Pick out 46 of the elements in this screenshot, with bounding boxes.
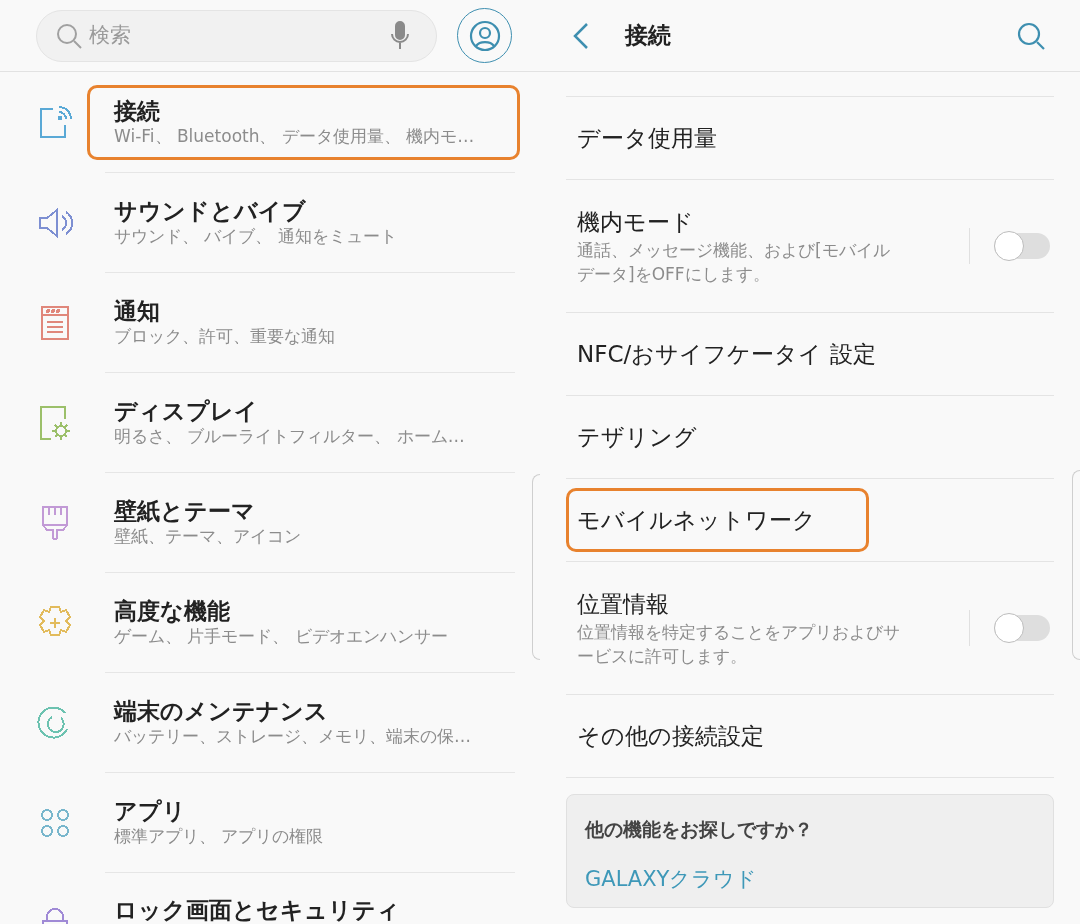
item-title: アプリ [114, 797, 187, 824]
back-chevron-icon [572, 21, 590, 50]
settings-item[interactable]: サウンドとバイブ サウンド、 バイブ、 通知をミュート [87, 185, 520, 260]
item-subtitle: ブロック、許可、重要な通知 [114, 324, 336, 348]
settings-item[interactable]: 接続 Wi-Fi、 Bluetooth、 データ使用量、 機内モ… [87, 85, 520, 160]
settings-item[interactable]: ロック画面とセキュリティ [87, 885, 520, 924]
item-title: ディスプレイ [114, 397, 259, 424]
item-title: 機内モード [577, 208, 695, 237]
toggle-switch[interactable] [994, 233, 1050, 259]
search-icon[interactable] [1016, 20, 1046, 51]
settings-item[interactable]: その他の接続設定 [566, 704, 817, 768]
item-subtitle: バッテリー、ストレージ、メモリ、端末の保… [114, 724, 472, 748]
search-bar[interactable]: 検索 [36, 9, 437, 62]
item-title: 端末のメンテナンス [114, 697, 329, 724]
item-subtitle: サウンド、 バイブ、 通知をミュート [114, 224, 398, 248]
settings-item[interactable]: NFC/おサイフケータイ 設定 [566, 322, 929, 386]
item-subtitle: 明るさ、 ブルーライトフィルター、 ホーム… [114, 424, 466, 448]
user-icon [468, 19, 501, 52]
item-title: 壁紙とテーマ [114, 497, 256, 524]
settings-item[interactable]: モバイルネットワーク [566, 488, 869, 552]
settings-item[interactable]: アプリ 標準アプリ、 アプリの権限 [87, 785, 520, 860]
settings-item[interactable]: 壁紙とテーマ 壁紙、テーマ、アイコン [87, 485, 520, 560]
item-subtitle: ゲーム、 片手モード、 ビデオエンハンサー [114, 624, 449, 648]
item-subtitle: Wi-Fi、 Bluetooth、 データ使用量、 機内モ… [114, 124, 476, 148]
card-heading: 他の機能をお探しですか？ [585, 817, 814, 842]
item-title: 位置情報 [577, 590, 670, 619]
item-title: サウンドとバイブ [114, 197, 307, 224]
settings-item[interactable]: データ使用量 [566, 106, 770, 170]
settings-item[interactable]: ディスプレイ 明るさ、 ブルーライトフィルター、 ホーム… [87, 385, 520, 460]
item-subtitle: 通話、メッセージ機能、および[モバイルデータ]をOFFにします。 [577, 239, 891, 286]
search-field[interactable]: 検索 [89, 19, 390, 52]
settings-item[interactable]: 高度な機能 ゲーム、 片手モード、 ビデオエンハンサー [87, 585, 520, 660]
item-subtitle: 標準アプリ、 アプリの権限 [114, 824, 325, 848]
microphone-icon[interactable] [390, 20, 410, 51]
search-icon [55, 21, 83, 50]
item-title: 接続 [114, 97, 161, 124]
item-title: 高度な機能 [114, 597, 231, 624]
settings-item[interactable]: 端末のメンテナンス バッテリー、ストレージ、メモリ、端末の保… [87, 685, 520, 760]
item-subtitle: 壁紙、テーマ、アイコン [114, 524, 302, 548]
screen-title: 接続 [625, 21, 671, 51]
settings-item[interactable]: テザリング [566, 405, 750, 469]
settings-item[interactable]: 通知 ブロック、許可、重要な通知 [87, 285, 520, 360]
item-title: ロック画面とセキュリティ [114, 897, 401, 923]
item-subtitle: 位置情報を特定することをアプリおよびサービスに許可します。 [577, 621, 901, 668]
toggle-switch[interactable] [994, 615, 1050, 641]
item-title: 通知 [114, 297, 161, 324]
